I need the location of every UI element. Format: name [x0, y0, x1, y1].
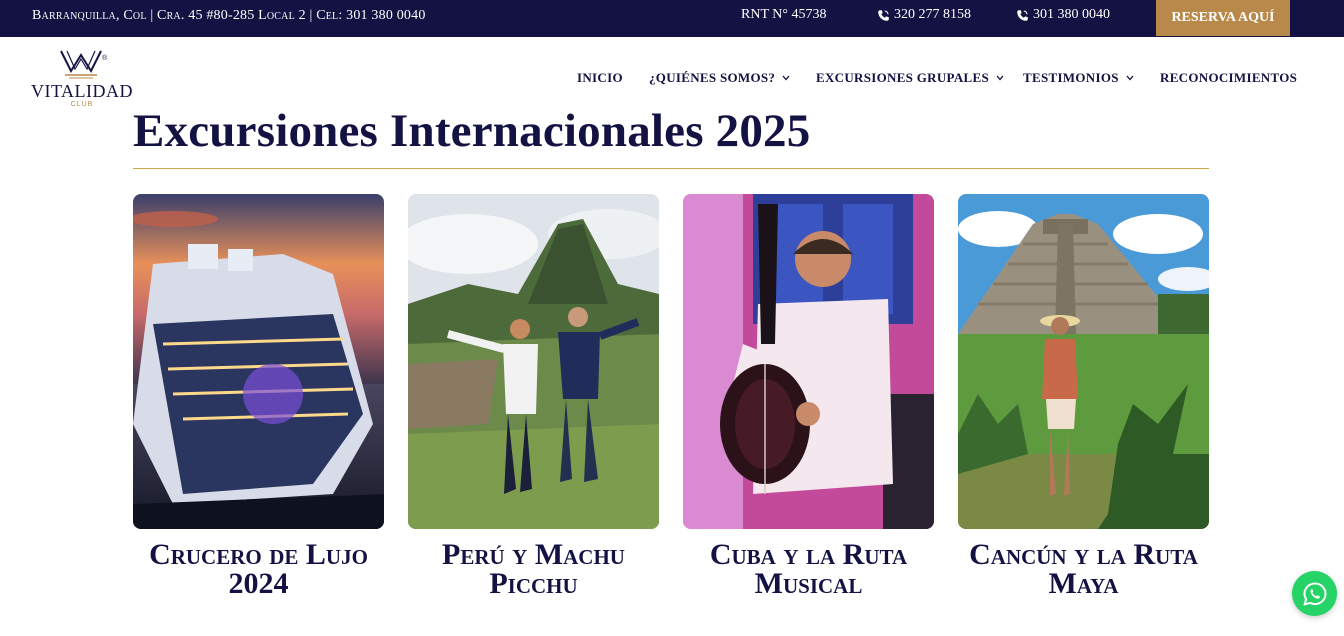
card-title[interactable]: Cancún y la Ruta Maya — [948, 540, 1219, 599]
crown-logo-icon — [60, 50, 102, 79]
rnt-number: RNT N° 45738 — [741, 7, 827, 22]
cruise-ship-photo[interactable] — [133, 194, 384, 529]
top-bar: Barranquilla, Col | Cra. 45 #80-285 Loca… — [0, 0, 1344, 37]
nav-label: RECONOCIMIENTOS — [1160, 70, 1298, 85]
nav-label: INICIO — [577, 70, 623, 85]
chevron-down-icon — [1126, 75, 1134, 81]
whatsapp-icon — [1302, 581, 1327, 606]
nav-item-reconocimientos[interactable]: RECONOCIMIENTOS — [1160, 70, 1297, 86]
machu-picchu-photo[interactable] — [408, 194, 659, 529]
logo-club-text: CLUB — [70, 101, 94, 108]
card-title[interactable]: Crucero de Lujo 2024 — [123, 540, 394, 599]
site-logo[interactable]: ® VITALIDAD CLUB — [30, 45, 134, 111]
card-title[interactable]: Perú y Machu Picchu — [398, 540, 669, 599]
title-divider — [133, 168, 1209, 169]
chichen-itza-photo[interactable] — [958, 194, 1209, 529]
phone-number-1: 320 277 8158 — [894, 7, 971, 22]
nav-item-quienes-somos[interactable]: ¿QUIÉNES SOMOS? — [649, 70, 790, 86]
chevron-down-icon — [782, 75, 790, 81]
nav-label: TESTIMONIOS — [1023, 70, 1119, 85]
phone-number-2: 301 380 0040 — [1033, 7, 1110, 22]
nav-item-excursiones-grupales[interactable]: EXCURSIONES GRUPALES — [816, 70, 1004, 86]
whatsapp-button[interactable] — [1292, 571, 1337, 616]
card-title[interactable]: Cuba y la Ruta Musical — [673, 540, 944, 599]
nav-label: EXCURSIONES GRUPALES — [816, 70, 989, 85]
nav-item-inicio[interactable]: INICIO — [577, 70, 623, 86]
contact-address: Barranquilla, Col | Cra. 45 #80-285 Loca… — [32, 8, 426, 23]
phone-icon — [1017, 9, 1028, 21]
phone-link-1[interactable]: 320 277 8158 — [877, 7, 971, 23]
nav-item-testimonios[interactable]: TESTIMONIOS — [1023, 70, 1134, 86]
phone-link-2[interactable]: 301 380 0040 — [1016, 7, 1110, 23]
phone-icon — [878, 9, 889, 21]
cuba-musician-photo[interactable] — [683, 194, 934, 529]
logo-wordmark: VITALIDAD — [30, 81, 134, 101]
nav-label: ¿QUIÉNES SOMOS? — [649, 70, 776, 85]
chevron-down-icon — [996, 75, 1004, 81]
page-title: Excursiones Internacionales 2025 — [133, 105, 811, 157]
registered-mark: ® — [102, 55, 108, 62]
reserve-button[interactable]: RESERVA AQUÍ — [1156, 0, 1290, 36]
